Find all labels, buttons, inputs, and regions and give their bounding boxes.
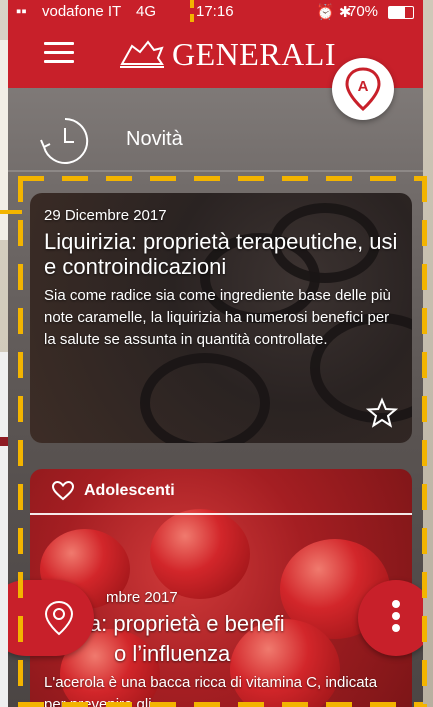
highlight-dash xyxy=(422,176,427,707)
section-divider xyxy=(8,170,423,172)
brand-name: GENERALI xyxy=(172,35,336,72)
star-icon[interactable] xyxy=(366,397,398,429)
battery-icon xyxy=(388,6,414,19)
location-pin-icon xyxy=(44,600,74,636)
section-header: Novità xyxy=(8,110,423,164)
highlight-dash xyxy=(18,702,423,707)
alarm-bluetooth-icon: ⏰ ✱ xyxy=(316,4,352,21)
battery-percent: 70% xyxy=(348,3,379,20)
article-title: Liquirizia: proprietà terapeutiche, usi … xyxy=(44,229,398,279)
hamburger-icon[interactable] xyxy=(44,42,74,64)
section-title: Novità xyxy=(126,128,183,150)
article-title-line2: o l’influenza xyxy=(114,641,231,666)
article-card[interactable]: 29 Dicembre 2017 Liquirizia: proprietà t… xyxy=(30,193,412,443)
vertical-dots-icon xyxy=(392,600,400,636)
article-tag: Adolescenti xyxy=(84,482,175,499)
time-label: 17:16 xyxy=(196,3,234,20)
highlight-dash xyxy=(18,176,23,707)
article-date: 29 Dicembre 2017 xyxy=(44,207,167,224)
network-label: 4G xyxy=(136,3,157,20)
clock-icon xyxy=(40,117,89,164)
signal-icon: ▪▪ xyxy=(16,3,27,20)
article-tag-bar: Adolescenti xyxy=(30,469,412,515)
article-excerpt: Sia come radice sia come ingrediente bas… xyxy=(44,287,391,348)
highlight-dash xyxy=(18,176,423,181)
phone-screen: ▪▪ vodafone IT 4G 17:16 ⏰ ✱ 70% GENERALI… xyxy=(8,0,423,707)
map-pin-icon: A xyxy=(345,67,381,111)
heart-icon[interactable] xyxy=(52,481,74,501)
lion-logo-icon xyxy=(120,40,164,68)
article-card[interactable]: Adolescenti mbre 2017 la: proprietà e be… xyxy=(30,469,412,707)
status-bar: ▪▪ vodafone IT 4G 17:16 ⏰ ✱ 70% xyxy=(8,0,423,24)
carrier-label: vodafone IT xyxy=(42,3,122,20)
generali-logo: GENERALI xyxy=(118,34,336,74)
highlight-dash xyxy=(0,210,22,214)
article-date: mbre 2017 xyxy=(106,589,178,606)
avatar-letter: A xyxy=(358,78,369,95)
highlight-dash xyxy=(190,0,194,24)
article-title-line1: la: proprietà e benefi xyxy=(84,611,285,636)
